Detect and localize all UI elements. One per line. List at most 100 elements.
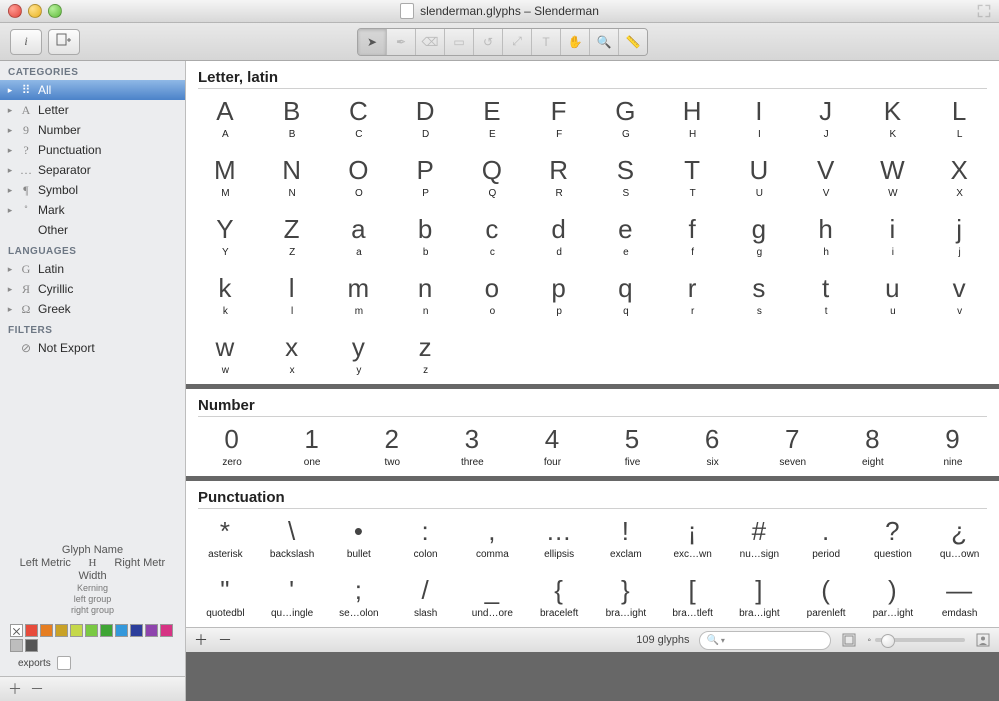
remove-filter-button[interactable]: －	[30, 679, 44, 699]
sidebar-item-not-export[interactable]: ⊘Not Export	[0, 338, 185, 358]
glyph-cell[interactable]: NN	[259, 148, 326, 201]
text-tool-icon[interactable]: T	[532, 29, 561, 55]
glyph-cell[interactable]: "quotedbl	[192, 568, 259, 621]
zoom-tool-icon[interactable]: 🔍	[590, 29, 619, 55]
glyph-cell[interactable]: WW	[860, 148, 927, 201]
color-swatch[interactable]	[10, 624, 23, 637]
glyph-cell[interactable]: 6six	[673, 417, 753, 470]
remove-glyph-button[interactable]: －	[218, 630, 232, 650]
list-view-toggle[interactable]	[841, 632, 857, 648]
glyph-cell[interactable]: (parenleft	[793, 568, 860, 621]
glyph-cell[interactable]: jj	[926, 207, 993, 260]
measure-tool-icon[interactable]: 📏	[619, 29, 647, 55]
glyph-cell[interactable]: ,comma	[459, 509, 526, 562]
sidebar-item-separator[interactable]: ▸…Separator	[0, 160, 185, 180]
glyph-cell[interactable]: !exclam	[593, 509, 660, 562]
glyph-cell[interactable]: zz	[392, 325, 459, 378]
glyph-cell[interactable]: BB	[259, 89, 326, 142]
glyph-cell[interactable]: GG	[593, 89, 660, 142]
color-swatch[interactable]	[85, 624, 98, 637]
glyph-cell[interactable]: VV	[793, 148, 860, 201]
glyph-cell[interactable]: ee	[593, 207, 660, 260]
glyph-cell[interactable]: 7seven	[753, 417, 833, 470]
sidebar-item-mark[interactable]: ▸˚Mark	[0, 200, 185, 220]
glyph-cell[interactable]: rr	[659, 266, 726, 319]
color-swatch[interactable]	[160, 624, 173, 637]
minimize-icon[interactable]	[28, 4, 42, 18]
glyph-cell[interactable]: JJ	[793, 89, 860, 142]
glyph-cell[interactable]: HH	[659, 89, 726, 142]
pen-tool-icon[interactable]: ✒	[387, 29, 416, 55]
glyph-cell[interactable]: DD	[392, 89, 459, 142]
glyph-cell[interactable]: nn	[392, 266, 459, 319]
hand-tool-icon[interactable]: ✋	[561, 29, 590, 55]
glyph-cell[interactable]: ff	[659, 207, 726, 260]
fullscreen-icon[interactable]	[977, 4, 991, 18]
color-swatch[interactable]	[70, 624, 83, 637]
sidebar-item-all[interactable]: ▸⠿All	[0, 80, 185, 100]
glyph-cell[interactable]: XX	[926, 148, 993, 201]
glyph-cell[interactable]: ]bra…ight	[726, 568, 793, 621]
close-icon[interactable]	[8, 4, 22, 18]
glyph-cell[interactable]: 8eight	[833, 417, 913, 470]
glyph-cell[interactable]: KK	[860, 89, 927, 142]
color-swatch[interactable]	[10, 639, 23, 652]
search-input[interactable]: 🔍 ▾	[699, 631, 831, 650]
color-swatch[interactable]	[40, 624, 53, 637]
undo-tool-icon[interactable]: ↺	[474, 29, 503, 55]
add-glyph-button[interactable]: ＋	[194, 630, 208, 650]
glyph-cell[interactable]: •bullet	[326, 509, 393, 562]
glyph-cell[interactable]: {braceleft	[526, 568, 593, 621]
glyph-cell[interactable]: vv	[926, 266, 993, 319]
add-filter-button[interactable]: ＋	[8, 679, 22, 699]
glyph-cell[interactable]: gg	[726, 207, 793, 260]
glyph-cell[interactable]: \backslash	[259, 509, 326, 562]
scale-tool-icon[interactable]: ⤢	[503, 29, 532, 55]
glyph-cell[interactable]: 0zero	[192, 417, 272, 470]
glyph-cell[interactable]: #nu…sign	[726, 509, 793, 562]
glyph-cell[interactable]: uu	[860, 266, 927, 319]
glyph-cell[interactable]: EE	[459, 89, 526, 142]
glyph-cell[interactable]: 2two	[352, 417, 432, 470]
glyph-cell[interactable]: aa	[326, 207, 393, 260]
glyph-cell[interactable]: ?question	[860, 509, 927, 562]
zoom-slider[interactable]: ◦	[867, 635, 965, 646]
glyph-cell[interactable]: 'qu…ingle	[259, 568, 326, 621]
glyph-cell[interactable]: _und…ore	[459, 568, 526, 621]
color-swatch[interactable]	[55, 624, 68, 637]
glyph-cell[interactable]: [bra…tleft	[659, 568, 726, 621]
glyph-cell[interactable]: 3three	[432, 417, 512, 470]
glyph-cell[interactable]: FF	[526, 89, 593, 142]
color-swatch[interactable]	[25, 624, 38, 637]
sidebar-item-cyrillic[interactable]: ▸ЯCyrillic	[0, 279, 185, 299]
eraser-tool-icon[interactable]: ⌫	[416, 29, 445, 55]
glyph-cell[interactable]: YY	[192, 207, 259, 260]
sidebar-item-symbol[interactable]: ▸¶Symbol	[0, 180, 185, 200]
sidebar-item-letter[interactable]: ▸ALetter	[0, 100, 185, 120]
glyph-cell[interactable]: .period	[793, 509, 860, 562]
glyph-cell[interactable]: hh	[793, 207, 860, 260]
glyph-cell[interactable]: }bra…ight	[593, 568, 660, 621]
sidebar-item-number[interactable]: ▸9Number	[0, 120, 185, 140]
glyph-cell[interactable]: LL	[926, 89, 993, 142]
glyph-cell[interactable]: *asterisk	[192, 509, 259, 562]
color-swatch[interactable]	[100, 624, 113, 637]
glyph-cell[interactable]: UU	[726, 148, 793, 201]
glyph-cell[interactable]: ;se…olon	[326, 568, 393, 621]
glyph-cell[interactable]: ¡exc…wn	[659, 509, 726, 562]
glyph-cell[interactable]: xx	[259, 325, 326, 378]
glyph-cell[interactable]: ss	[726, 266, 793, 319]
glyph-cell[interactable]: 1one	[272, 417, 352, 470]
glyph-cell[interactable]: kk	[192, 266, 259, 319]
glyph-cell[interactable]: bb	[392, 207, 459, 260]
pointer-tool-icon[interactable]: ➤	[358, 29, 387, 55]
glyph-cell[interactable]: ZZ	[259, 207, 326, 260]
info-button[interactable]: i	[10, 29, 42, 55]
glyph-cell[interactable]: ll	[259, 266, 326, 319]
glyph-cell[interactable]: CC	[326, 89, 393, 142]
glyph-cell[interactable]: yy	[326, 325, 393, 378]
glyph-cell[interactable]: TT	[659, 148, 726, 201]
glyph-cell[interactable]: PP	[392, 148, 459, 201]
glyph-cell[interactable]: qq	[593, 266, 660, 319]
glyph-cell[interactable]: RR	[526, 148, 593, 201]
